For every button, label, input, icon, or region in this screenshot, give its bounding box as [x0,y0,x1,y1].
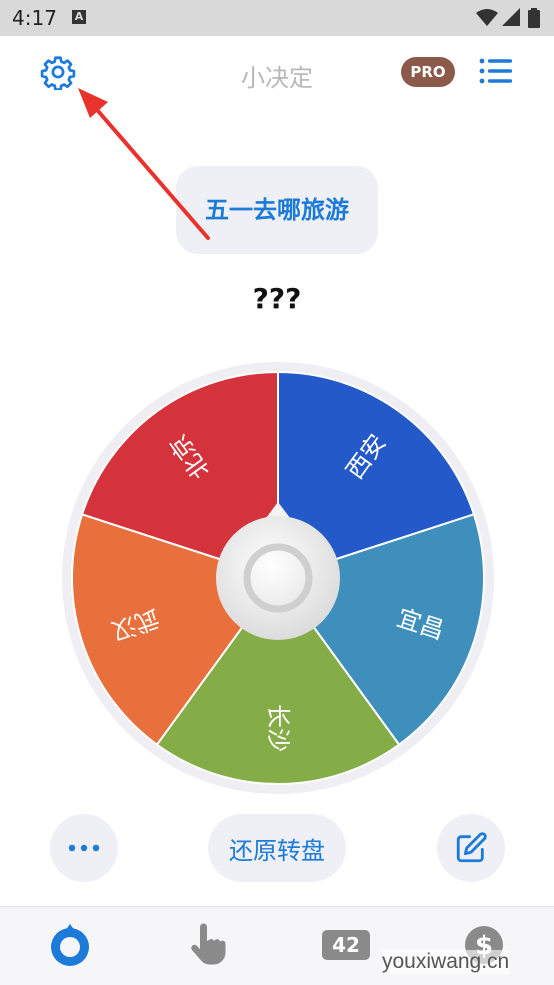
tab-wheel[interactable] [46,921,94,969]
tab-number[interactable]: 42 [322,921,370,969]
app-title: 小决定 [241,64,313,92]
tab-tap[interactable] [184,921,232,969]
more-dots-icon [68,844,100,852]
wifi-icon [476,9,498,26]
spin-wheel[interactable]: 西安宜昌长沙武汉北京 [58,358,498,798]
battery-icon [528,8,540,28]
result-text: ??? [252,282,302,315]
pro-badge[interactable]: PRO [401,57,455,87]
hand-pointer-icon [191,923,226,965]
reset-wheel-button[interactable]: 还原转盘 [208,814,346,882]
spin-button[interactable] [216,516,340,640]
status-time: 4:17 [12,6,57,30]
more-button[interactable] [50,814,118,882]
edit-button[interactable] [437,814,505,882]
edit-icon [456,832,487,863]
notification-a-icon: A [72,10,86,24]
watermark: youxiwang.cn [382,950,510,974]
list-icon[interactable] [478,56,514,86]
number-badge: 42 [322,930,370,960]
wheel-segment-label: 长沙 [264,704,292,752]
signal-icon [502,8,520,26]
status-bar: 4:17 A [0,0,554,36]
wheel-icon [51,924,89,966]
question-title[interactable]: 五一去哪旅游 [176,166,378,254]
